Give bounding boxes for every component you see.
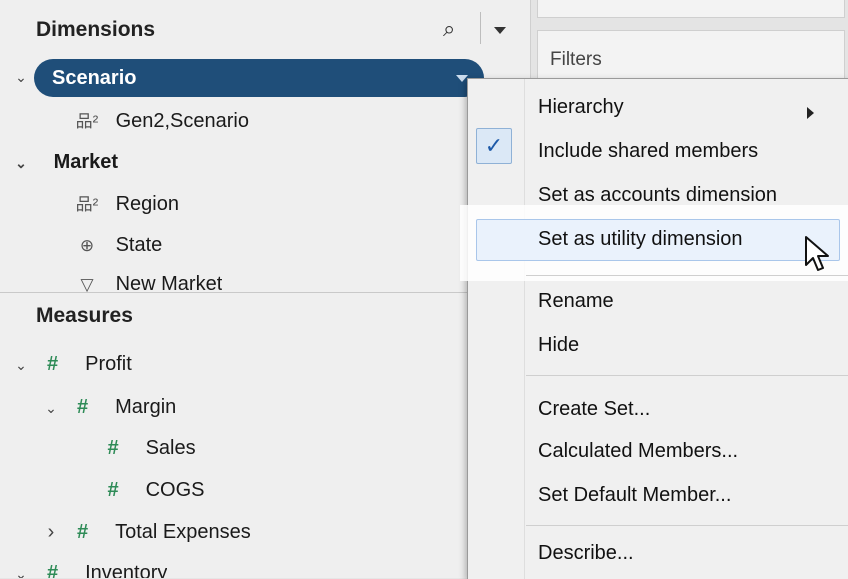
menu-item-describe[interactable]: Describe... — [538, 533, 634, 573]
pane-divider[interactable] — [0, 292, 530, 293]
list-item-label: Region — [115, 193, 179, 215]
search-icon[interactable]: ⌕ — [443, 16, 455, 42]
menu-item-calculated-members[interactable]: Calculated Members... — [538, 431, 738, 471]
dimension-market-label: Market — [53, 151, 119, 173]
menu-item-set-default-member[interactable]: Set Default Member... — [538, 475, 731, 515]
list-item-label: Gen2,Scenario — [115, 110, 249, 132]
menu-item-include-shared-members[interactable]: Include shared members — [538, 131, 758, 171]
mouse-cursor-icon — [805, 236, 829, 271]
context-menu: Hierarchy ✓ Include shared members Set a… — [460, 78, 848, 579]
chevron-down-icon[interactable]: ⌄ — [12, 66, 30, 88]
list-item-label: COGS — [145, 479, 205, 501]
hash-icon: # — [77, 521, 89, 543]
dimension-scenario-label: Scenario — [52, 67, 137, 89]
list-item[interactable]: › # Total Expenses — [42, 514, 251, 550]
chevron-down-icon[interactable]: ⌄ — [12, 347, 30, 383]
list-item[interactable]: ⌄ # Margin — [42, 389, 176, 425]
list-item[interactable]: # Sales — [102, 430, 196, 466]
list-item-label: Sales — [145, 437, 196, 459]
hash-icon: # — [107, 437, 119, 459]
hash-icon: # — [47, 353, 59, 375]
menu-item-hide[interactable]: Hide — [538, 325, 579, 365]
list-item-label: Total Expenses — [115, 521, 251, 543]
list-item[interactable]: 品² Gen2,Scenario — [74, 103, 249, 139]
menu-separator — [526, 275, 848, 276]
chevron-down-icon[interactable]: ⌄ — [42, 390, 60, 426]
globe-icon: ⊕ — [79, 236, 95, 255]
menu-item-hierarchy[interactable]: Hierarchy — [538, 87, 830, 127]
dimension-scenario-selected[interactable]: Scenario — [34, 59, 484, 97]
measures-title: Measures — [36, 304, 133, 327]
chevron-down-icon[interactable]: ⌄ — [12, 145, 30, 181]
chevron-down-icon[interactable]: ⌄ — [12, 561, 30, 578]
list-item[interactable]: ⌄ # Profit — [12, 346, 132, 382]
menu-item-create-set[interactable]: Create Set... — [538, 389, 650, 429]
triangle-icon: ▽ — [80, 275, 94, 292]
list-item[interactable]: 品² Region — [74, 186, 179, 222]
dimension-market[interactable]: ⌄ Market — [12, 144, 118, 180]
pane-menu-dropdown-icon[interactable] — [494, 27, 506, 34]
header-divider — [480, 12, 481, 44]
hierarchy-icon: 品² — [75, 195, 99, 214]
hash-icon: # — [77, 396, 89, 418]
filters-label: Filters — [550, 49, 602, 70]
list-item-label: Margin — [115, 396, 177, 418]
checkmark-icon: ✓ — [476, 128, 512, 164]
data-pane: Dimensions ⌕ ⌄ Scenario 品² Gen2,Scenario… — [0, 0, 531, 578]
menu-item-rename[interactable]: Rename — [538, 281, 614, 321]
list-item-label: State — [115, 234, 163, 256]
menu-item-label: Hierarchy — [538, 96, 624, 118]
submenu-arrow-icon — [807, 107, 814, 119]
list-item[interactable]: # COGS — [102, 472, 204, 508]
list-item[interactable]: ▽ New Market — [74, 266, 222, 292]
list-item-label: New Market — [115, 273, 223, 292]
hierarchy-icon: 品² — [75, 112, 99, 131]
hash-icon: # — [107, 479, 119, 501]
menu-item-set-as-utility-dimension[interactable]: Set as utility dimension — [538, 219, 743, 259]
dimensions-title: Dimensions — [36, 18, 156, 41]
menu-item-set-as-accounts-dimension[interactable]: Set as accounts dimension — [538, 175, 777, 201]
chevron-right-icon[interactable]: › — [42, 514, 60, 550]
list-item[interactable]: ⌄ # Inventory — [12, 560, 167, 578]
list-item-label: Profit — [85, 353, 132, 375]
list-item[interactable]: ⊕ State — [74, 227, 162, 263]
list-item-label: Inventory — [85, 562, 168, 578]
pages-shelf[interactable] — [537, 0, 845, 18]
menu-separator — [526, 525, 848, 526]
hash-icon: # — [47, 562, 59, 578]
menu-separator — [526, 375, 848, 376]
